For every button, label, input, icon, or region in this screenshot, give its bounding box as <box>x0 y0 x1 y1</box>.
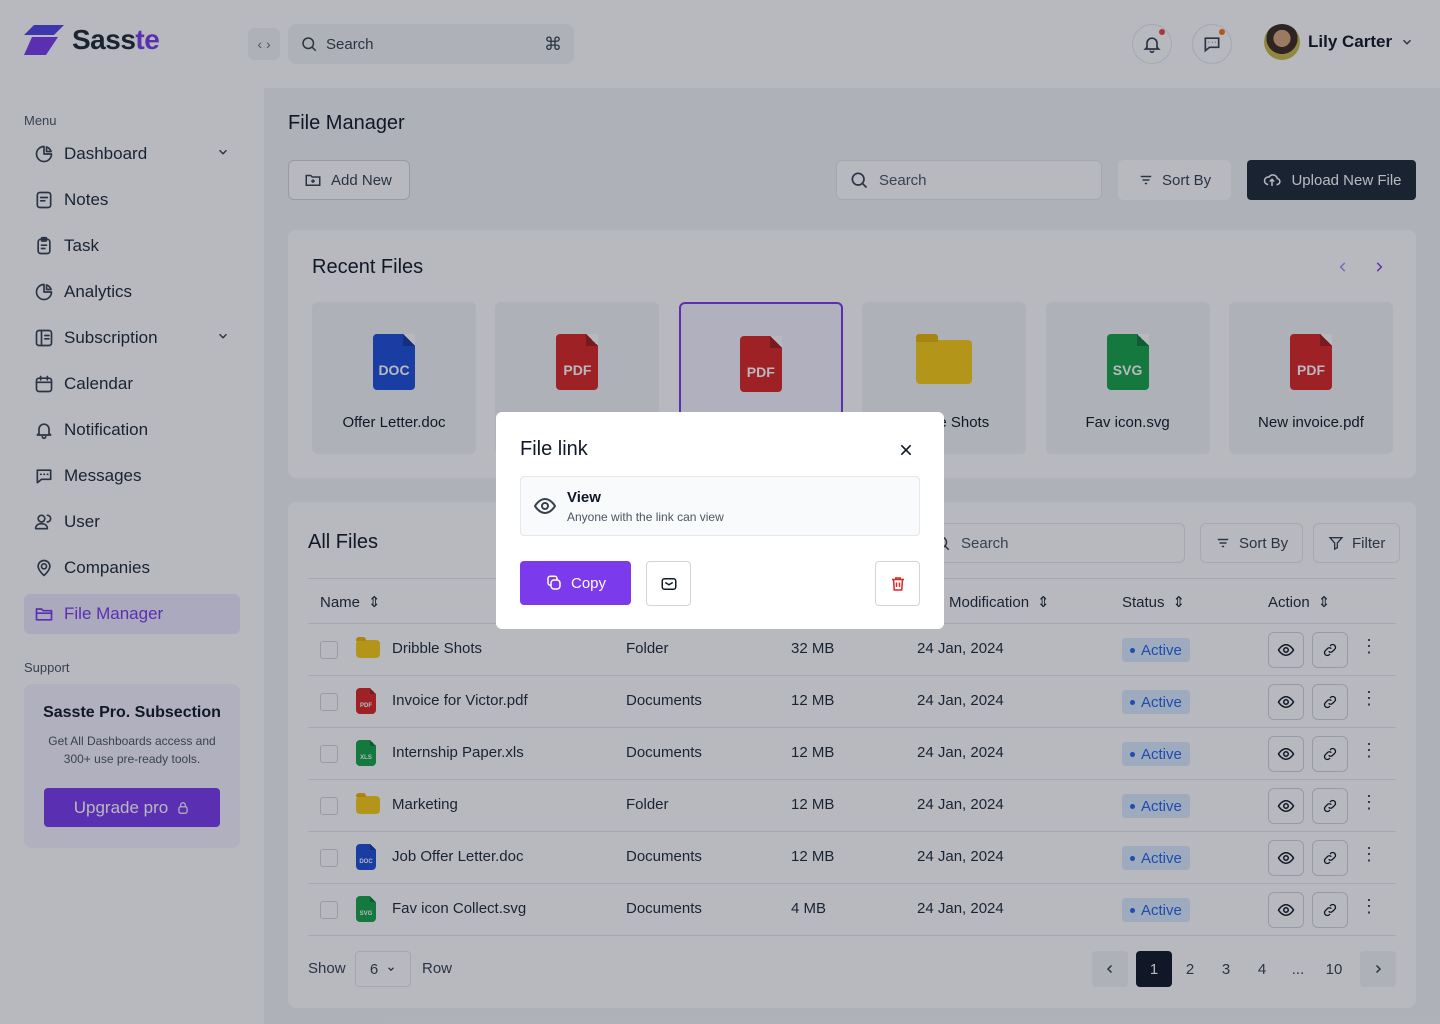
delete-link-button[interactable] <box>875 561 920 606</box>
file-link-modal: File link View Anyone with the link can … <box>496 412 944 629</box>
permission-description: Anyone with the link can view <box>567 510 724 524</box>
mail-icon <box>661 577 676 590</box>
eye-icon <box>533 497 557 515</box>
close-icon <box>900 444 912 456</box>
copy-label: Copy <box>570 574 607 592</box>
modal-title: File link <box>520 438 588 460</box>
email-link-button[interactable] <box>646 561 691 606</box>
copy-link-button[interactable]: Copy <box>520 561 631 605</box>
link-permission-option[interactable]: View Anyone with the link can view <box>520 476 920 536</box>
copy-icon <box>547 575 561 590</box>
permission-title: View <box>567 489 601 506</box>
close-button[interactable] <box>894 438 918 462</box>
trash-icon <box>891 576 904 591</box>
